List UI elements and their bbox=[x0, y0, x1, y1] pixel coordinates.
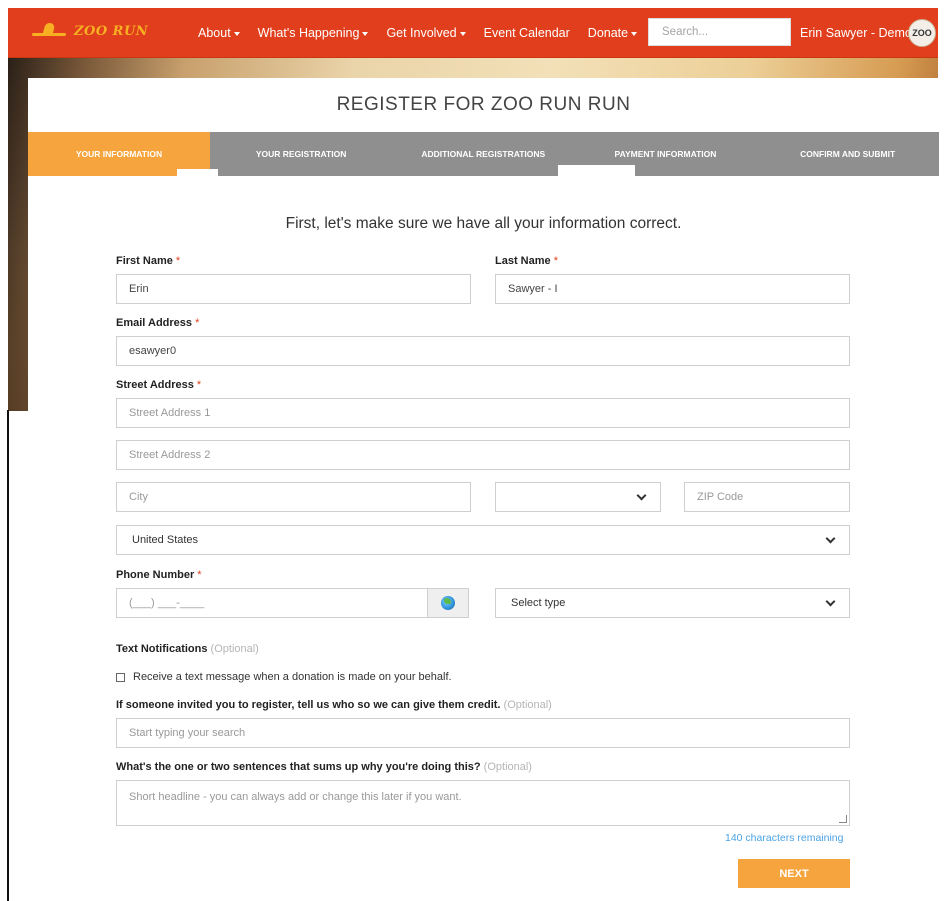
top-navbar: ZOO RUN About What's Happening Get Invol… bbox=[8, 8, 938, 58]
phone-label: Phone Number * bbox=[116, 569, 202, 581]
step-additional-registrations[interactable]: ADDITIONAL REGISTRATIONS bbox=[392, 132, 574, 176]
last-name-label: Last Name * bbox=[495, 255, 558, 267]
nav-get-involved[interactable]: Get Involved bbox=[386, 26, 466, 40]
zip-code-field[interactable]: ZIP Code bbox=[684, 482, 850, 512]
required-mark: * bbox=[175, 255, 181, 267]
window-border-left bbox=[7, 410, 9, 901]
caret-down-icon bbox=[631, 31, 638, 36]
step-your-registration[interactable]: YOUR REGISTRATION bbox=[210, 132, 392, 176]
phone-label-text: Phone Number bbox=[116, 569, 195, 581]
text-notification-checkbox[interactable] bbox=[116, 672, 125, 682]
page-title: REGISTER FOR ZOO RUN RUN bbox=[336, 94, 631, 115]
text-notifications-label: Text Notifications (Optional) bbox=[116, 643, 259, 655]
chevron-down-icon bbox=[636, 490, 647, 500]
invited-by-search-field[interactable]: Start typing your search bbox=[116, 718, 850, 748]
intro-text: First, let's make sure we have all your … bbox=[285, 215, 682, 232]
main-nav: About What's Happening Get Involved Even… bbox=[198, 8, 638, 58]
text-notifications-label-text: Text Notifications bbox=[116, 643, 208, 655]
street-address-label-text: Street Address bbox=[116, 379, 194, 391]
first-name-field[interactable]: Erin bbox=[116, 274, 471, 304]
runner-logo-icon bbox=[30, 21, 70, 41]
invited-by-label: If someone invited you to register, tell… bbox=[116, 699, 552, 711]
search-input[interactable] bbox=[648, 18, 791, 46]
invited-by-label-text: If someone invited you to register, tell… bbox=[116, 699, 501, 711]
caret-down-icon bbox=[362, 31, 369, 36]
phone-number-field[interactable]: (___) ___-____ bbox=[116, 588, 428, 618]
email-field[interactable]: esawyer0 bbox=[116, 336, 850, 366]
next-button[interactable]: NEXT bbox=[738, 859, 850, 888]
nav-about[interactable]: About bbox=[198, 26, 240, 40]
phone-type-select-value: Select type bbox=[511, 597, 566, 609]
headline-placeholder: Short headline - you can always add or c… bbox=[129, 791, 462, 803]
phone-type-select[interactable]: Select type bbox=[495, 588, 850, 618]
caret-down-icon bbox=[459, 31, 466, 36]
last-name-label-text: Last Name bbox=[495, 255, 551, 267]
country-select-value: United States bbox=[132, 534, 199, 546]
required-mark: * bbox=[553, 255, 558, 267]
first-name-label-text: First Name bbox=[116, 255, 173, 267]
avatar[interactable]: ZOO bbox=[908, 19, 936, 47]
caret-down-icon bbox=[233, 31, 240, 36]
required-mark: * bbox=[196, 379, 202, 391]
state-select[interactable] bbox=[495, 482, 661, 512]
nav-about-label: About bbox=[198, 26, 231, 40]
user-menu[interactable]: Erin Sawyer - Demo bbox=[800, 26, 912, 40]
nav-event-calendar[interactable]: Event Calendar bbox=[484, 26, 570, 40]
resize-handle-icon[interactable] bbox=[839, 815, 847, 823]
registration-panel: REGISTER FOR ZOO RUN RUN YOUR INFORMATIO… bbox=[28, 78, 939, 901]
first-name-label: First Name * bbox=[116, 255, 180, 267]
headline-label: What's the one or two sentences that sum… bbox=[116, 761, 532, 773]
headline-label-text: What's the one or two sentences that sum… bbox=[116, 761, 481, 773]
characters-remaining: 140 characters remaining bbox=[725, 832, 844, 844]
required-mark: * bbox=[195, 317, 200, 329]
country-code-button[interactable] bbox=[427, 588, 469, 618]
nav-donate[interactable]: Donate bbox=[587, 26, 638, 40]
city-field[interactable]: City bbox=[116, 482, 471, 512]
required-mark: * bbox=[197, 569, 202, 581]
street-address-label: Street Address * bbox=[116, 379, 201, 391]
site-logo[interactable]: ZOO RUN bbox=[30, 21, 148, 41]
globe-icon bbox=[441, 596, 455, 610]
step-indicator bbox=[558, 165, 635, 176]
email-label-text: Email Address bbox=[116, 317, 193, 329]
nav-whats-happening[interactable]: What's Happening bbox=[258, 26, 369, 40]
country-select[interactable]: United States bbox=[116, 525, 850, 555]
last-name-field[interactable]: Sawyer - I bbox=[495, 274, 850, 304]
chevron-down-icon bbox=[825, 533, 836, 543]
street-address-2-field[interactable]: Street Address 2 bbox=[116, 440, 850, 470]
text-notification-option: Receive a text message when a donation i… bbox=[116, 671, 452, 683]
text-notification-checkbox-label[interactable]: Receive a text message when a donation i… bbox=[133, 671, 452, 683]
headline-textarea[interactable]: Short headline - you can always add or c… bbox=[116, 780, 850, 826]
step-confirm-and-submit[interactable]: CONFIRM AND SUBMIT bbox=[757, 132, 939, 176]
nav-event-calendar-label: Event Calendar bbox=[483, 26, 570, 40]
step-indicator bbox=[177, 169, 218, 176]
logo-text: ZOO RUN bbox=[74, 23, 149, 39]
nav-whats-happening-label: What's Happening bbox=[257, 26, 360, 40]
chevron-down-icon bbox=[825, 596, 836, 606]
optional-tag: (Optional) bbox=[210, 643, 259, 655]
email-label: Email Address * bbox=[116, 317, 199, 329]
nav-donate-label: Donate bbox=[587, 26, 629, 40]
street-address-1-field[interactable]: Street Address 1 bbox=[116, 398, 850, 428]
optional-tag: (Optional) bbox=[483, 761, 532, 773]
progress-steps: YOUR INFORMATION YOUR REGISTRATION ADDIT… bbox=[28, 132, 939, 176]
optional-tag: (Optional) bbox=[503, 699, 552, 711]
nav-get-involved-label: Get Involved bbox=[386, 26, 457, 40]
